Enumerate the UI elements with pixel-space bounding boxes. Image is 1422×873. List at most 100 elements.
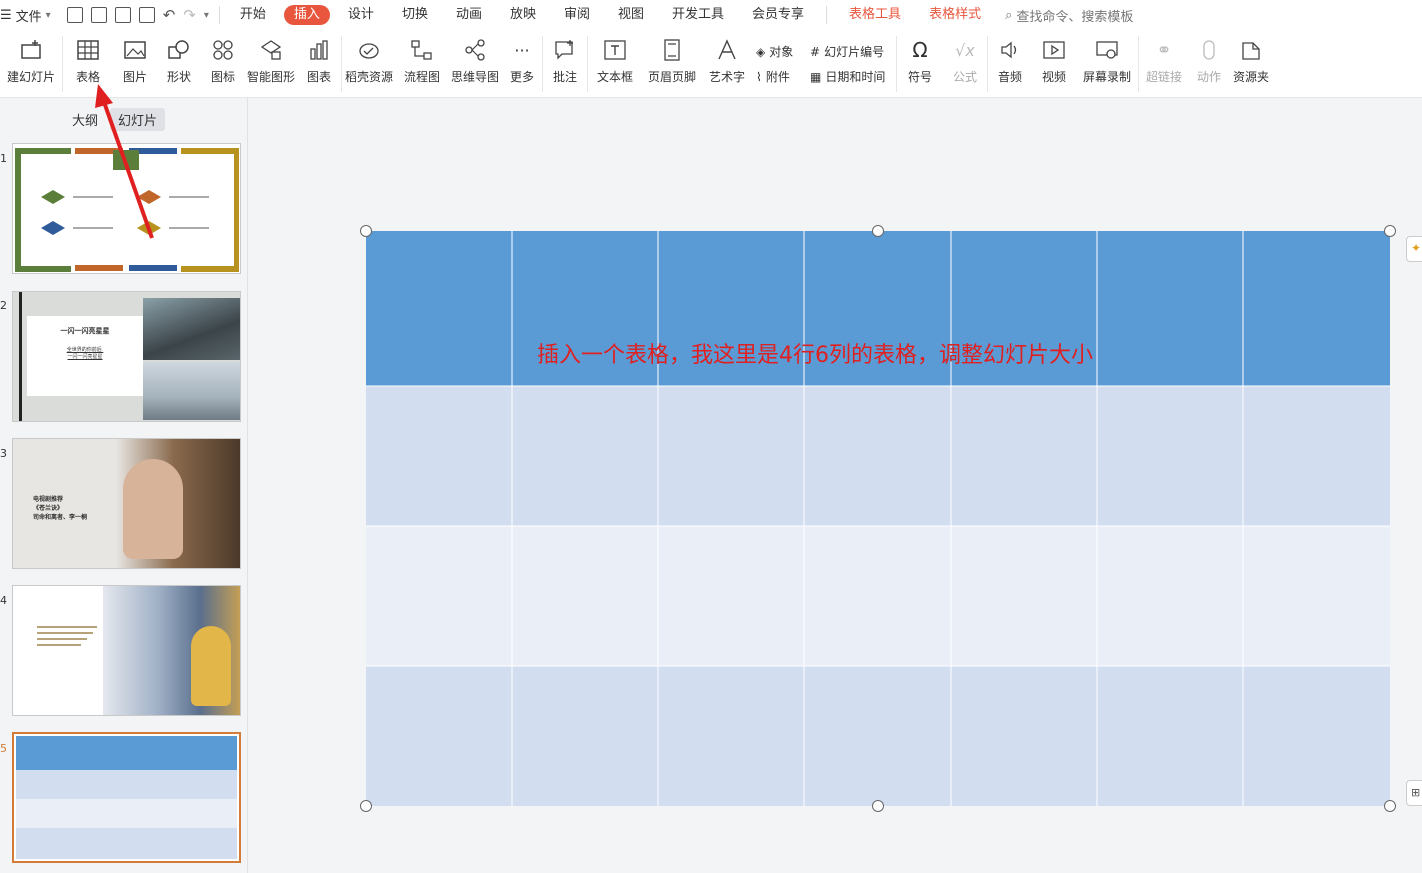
slide-number: 3 — [0, 447, 7, 460]
more-label: 更多 — [509, 70, 534, 84]
more-icon: ··· — [514, 40, 530, 60]
tab-transition[interactable]: 切换 — [388, 0, 442, 30]
picture-button[interactable]: 图片 — [113, 30, 157, 98]
slide-thumbnail-4[interactable] — [12, 585, 241, 716]
slide-4-text-line — [37, 644, 81, 646]
docer-icon — [357, 38, 381, 62]
docer-resources-button[interactable]: 稻壳资源 — [342, 30, 396, 98]
new-slide-button[interactable]: 建幻灯片 — [0, 30, 62, 98]
screen-record-label: 屏幕录制 — [1082, 70, 1131, 84]
audio-button[interactable]: 音频 — [988, 30, 1032, 98]
tab-insert[interactable]: 插入 — [283, 5, 330, 25]
search-icon: ⌕ — [1005, 7, 1013, 23]
command-search[interactable]: ⌕ 查找命令、搜索模板 — [1005, 6, 1133, 25]
textbox-button[interactable]: 文本框 — [588, 30, 642, 98]
docer-label: 稻壳资源 — [344, 70, 393, 84]
customize-chevron-icon[interactable]: ▾ — [204, 10, 209, 21]
paperclip-icon: ⌇ — [756, 69, 762, 84]
comment-button[interactable]: 批注 — [543, 30, 587, 98]
omega-icon: Ω — [912, 38, 928, 62]
tab-design[interactable]: 设计 — [334, 0, 388, 30]
slide-number: 4 — [0, 594, 7, 607]
tab-member[interactable]: 会员专享 — [738, 0, 818, 30]
tab-slides[interactable]: 幻灯片 — [110, 108, 166, 131]
tab-outline[interactable]: 大纲 — [64, 108, 106, 131]
chart-button[interactable]: 图表 — [297, 30, 341, 98]
tab-animation[interactable]: 动画 — [442, 0, 496, 30]
resources-button[interactable]: 资源夹 — [1229, 30, 1273, 98]
datetime-button[interactable]: ▦ 日期和时间 — [810, 68, 892, 85]
action-button[interactable]: 动作 — [1189, 30, 1229, 98]
slide-number-button[interactable]: # 幻灯片编号 — [810, 43, 892, 60]
slide-number: 5 — [0, 742, 7, 755]
tab-table-tools[interactable]: 表格工具 — [835, 0, 915, 30]
slide-thumbnail-3[interactable]: 电视剧推荐 《苍兰诀》 司命和离者、李一桐 — [12, 438, 241, 569]
print-icon[interactable] — [114, 7, 131, 23]
slide-1-preview — [15, 148, 239, 272]
symbol-button[interactable]: Ω 符号 — [897, 30, 943, 98]
header-footer-label: 页眉页脚 — [647, 70, 696, 84]
hyperlink-button[interactable]: ⚭ 超链接 — [1139, 30, 1189, 98]
slide-thumbnail-5[interactable] — [12, 732, 241, 863]
wordart-button[interactable]: 艺术字 — [702, 30, 752, 98]
slide-4-text-line — [37, 638, 87, 640]
save-icon[interactable] — [66, 7, 83, 23]
mindmap-button[interactable]: 思维导图 — [448, 30, 502, 98]
file-menu[interactable]: ☰ 文件 ▾ — [0, 6, 57, 25]
ribbon-tabs: 开始 插入 设计 切换 动画 放映 审阅 视图 开发工具 会员专享 表格工具 表… — [226, 0, 995, 30]
tab-view[interactable]: 视图 — [604, 0, 658, 30]
resize-handle-bottom[interactable] — [872, 800, 884, 812]
datetime-label: 日期和时间 — [825, 70, 886, 84]
wordart-label: 艺术字 — [708, 70, 745, 84]
redo-icon[interactable]: ↷ — [183, 6, 196, 24]
wordart-icon — [715, 38, 739, 62]
attachment-button[interactable]: ⌇ 附件 — [756, 68, 802, 85]
slide-4-figure — [191, 626, 231, 706]
table-options-button[interactable]: ⊞ — [1406, 780, 1422, 806]
formula-button[interactable]: √x 公式 — [943, 30, 987, 98]
print-preview-icon[interactable] — [138, 7, 155, 23]
mindmap-icon — [463, 38, 487, 62]
tab-table-style[interactable]: 表格样式 — [915, 0, 995, 30]
smart-suggest-button[interactable]: ✦ — [1406, 236, 1422, 262]
slide-number: 2 — [0, 299, 7, 312]
slide-thumbnail-1[interactable] — [12, 143, 241, 274]
new-slide-icon — [19, 38, 43, 62]
table-button[interactable]: 表格 — [63, 30, 113, 98]
formula-icon: √x — [955, 40, 975, 60]
smartart-button[interactable]: 智能图形 — [245, 30, 297, 98]
table-row — [366, 666, 1390, 806]
shape-button[interactable]: 形状 — [157, 30, 201, 98]
search-placeholder: 查找命令、搜索模板 — [1016, 9, 1134, 25]
tab-slideshow[interactable]: 放映 — [496, 0, 550, 30]
textbox-icon — [603, 38, 627, 62]
slide-5-row — [16, 770, 237, 799]
smartart-icon — [259, 38, 283, 62]
resize-handle-top-right[interactable] — [1384, 225, 1396, 237]
slide-3-sub2: 司命和离者、李一桐 — [33, 514, 88, 521]
icon-button[interactable]: 图标 — [201, 30, 245, 98]
object-button[interactable]: ◈ 对象 — [756, 43, 802, 60]
header-footer-button[interactable]: 页眉页脚 — [642, 30, 702, 98]
icon-label: 图标 — [210, 70, 235, 84]
more-button[interactable]: ··· 更多 — [502, 30, 542, 98]
textbox-label: 文本框 — [596, 70, 633, 84]
slide-table[interactable] — [366, 231, 1390, 806]
screen-record-button[interactable]: 屏幕录制 — [1076, 30, 1138, 98]
lightbulb-icon: ✦ — [1411, 241, 1422, 255]
resize-handle-bottom-left[interactable] — [360, 800, 372, 812]
header-footer-icon — [660, 38, 684, 62]
tab-review[interactable]: 审阅 — [550, 0, 604, 30]
flowchart-button[interactable]: 流程图 — [396, 30, 448, 98]
video-button[interactable]: 视频 — [1032, 30, 1076, 98]
tab-home[interactable]: 开始 — [226, 0, 280, 30]
resize-handle-bottom-right[interactable] — [1384, 800, 1396, 812]
tab-developer[interactable]: 开发工具 — [658, 0, 738, 30]
slide-thumbnail-2[interactable]: 一闪一闪亮星星 全世界的你前后 一闪一闪亮星星 — [12, 291, 241, 422]
tutorial-annotation: 插入一个表格，我这里是4行6列的表格，调整幻灯片大小 — [537, 343, 1093, 368]
shape-icon — [167, 38, 191, 62]
resize-handle-top-left[interactable] — [360, 225, 372, 237]
undo-icon[interactable]: ↶ — [163, 6, 176, 24]
export-icon[interactable] — [90, 7, 107, 23]
resize-handle-top[interactable] — [872, 225, 884, 237]
